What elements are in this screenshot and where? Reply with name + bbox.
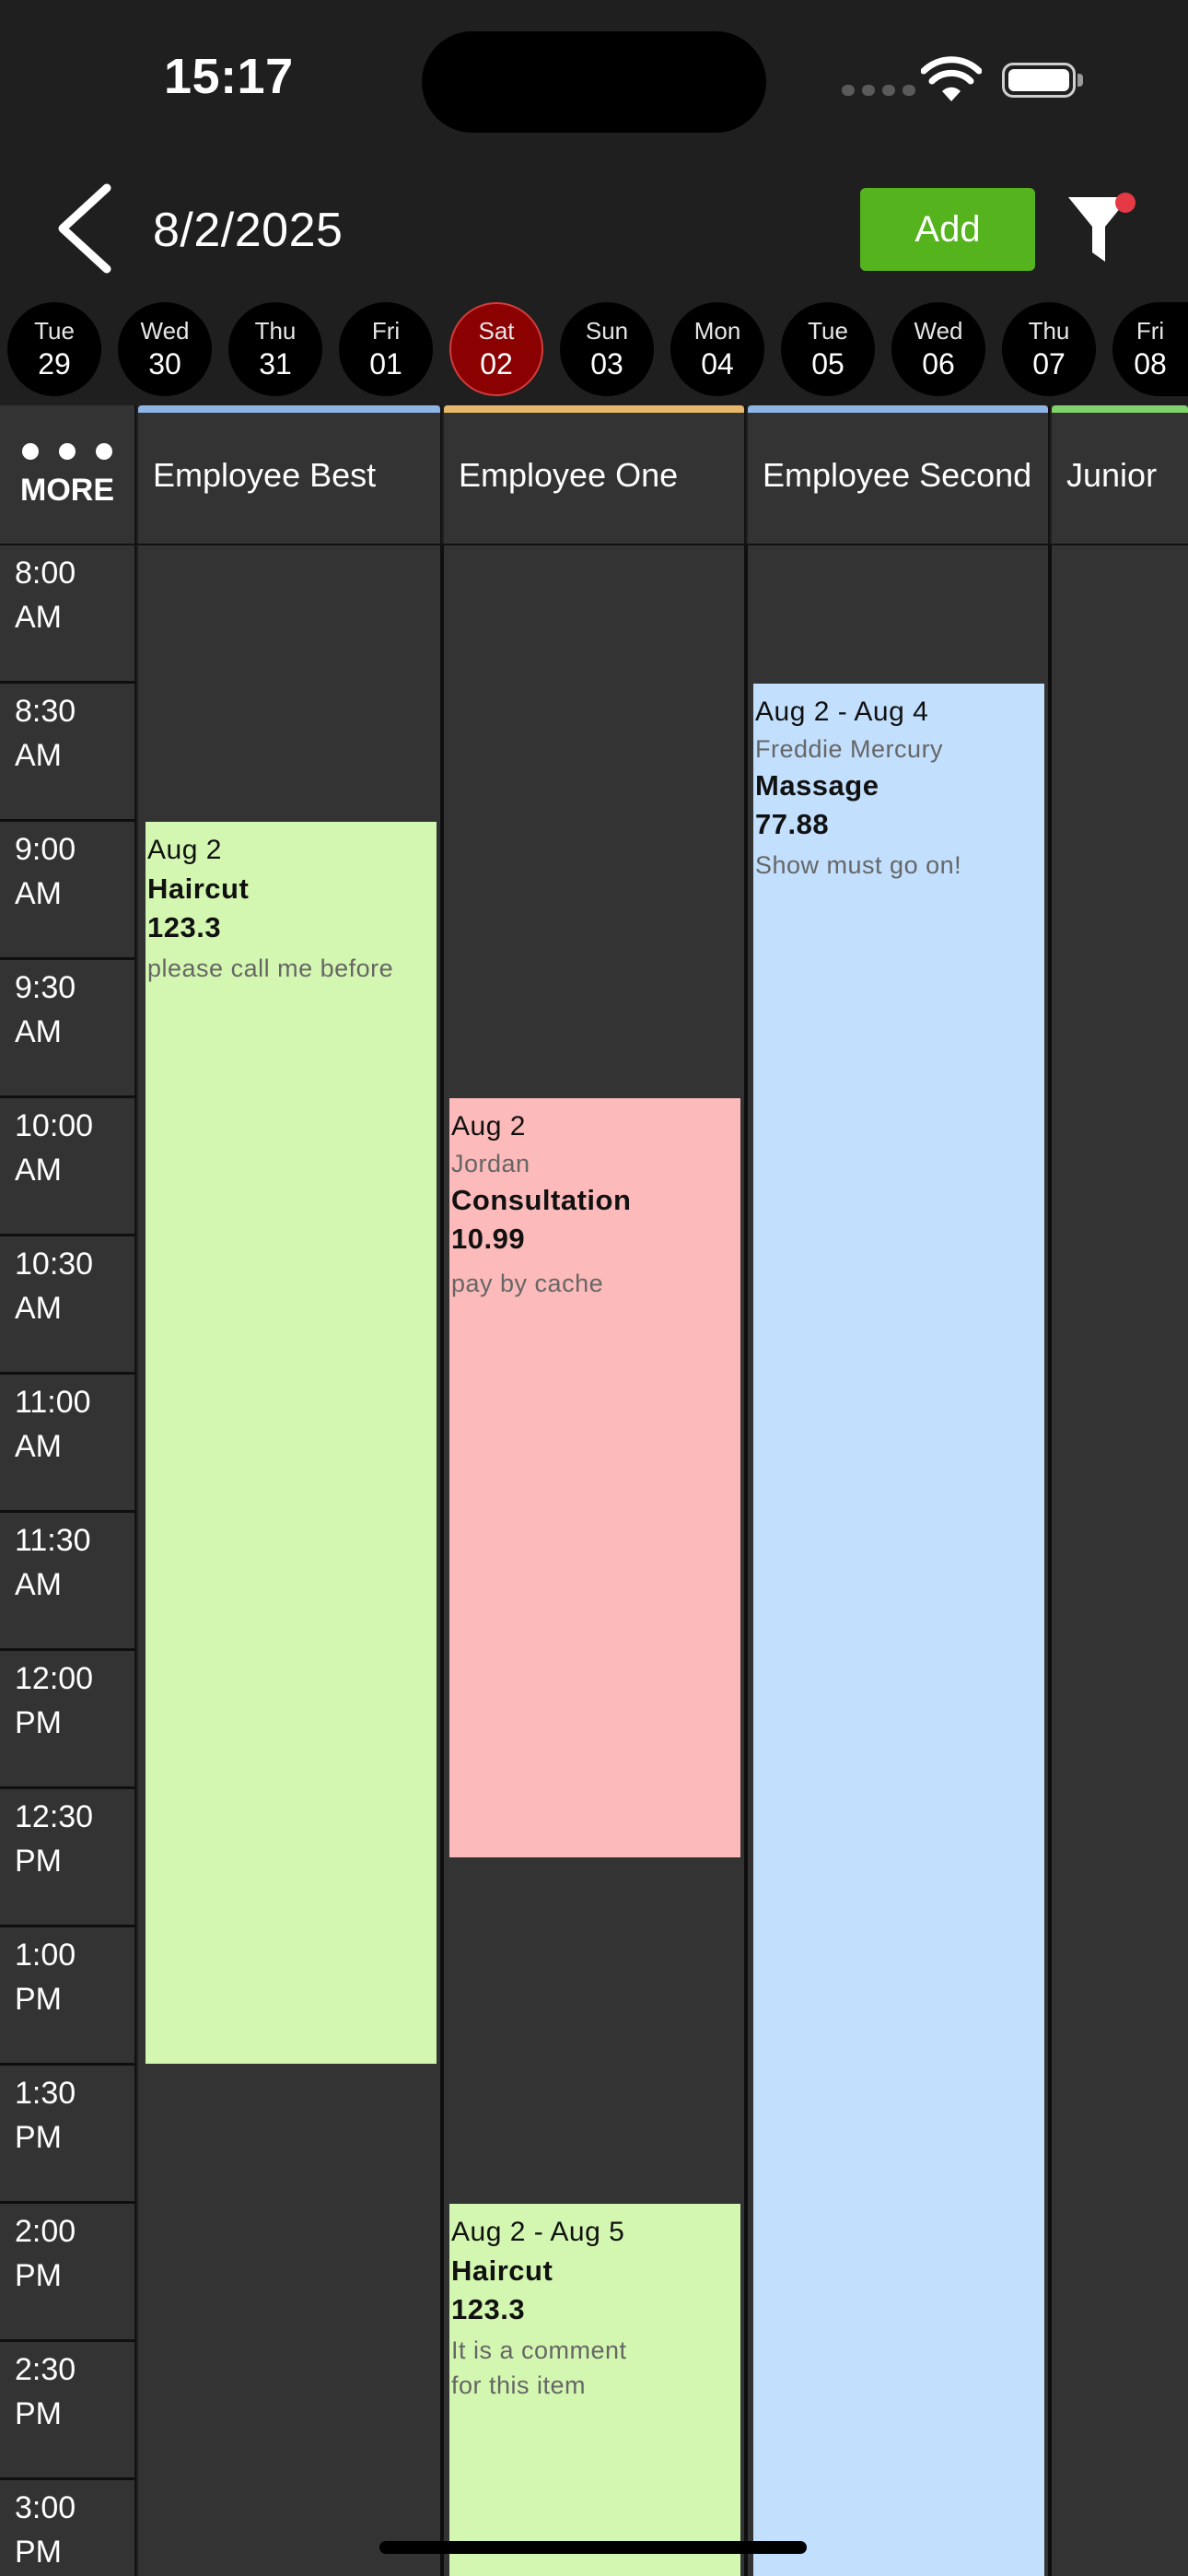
time-slot: 11:30 AM — [0, 1513, 136, 1651]
time-slot: 3:00 PM — [0, 2480, 136, 2576]
appointment-price: 77.88 — [755, 808, 830, 840]
appointment-consultation-one[interactable]: Aug 2 Jordan Consultation 10.99 pay by c… — [449, 1098, 740, 1857]
employee-header-best[interactable]: Employee Best — [138, 405, 442, 545]
day-chip[interactable]: Thu 07 — [1002, 302, 1096, 396]
appointment-comment: for this item — [451, 2371, 587, 2399]
employee-name: Employee Best — [153, 456, 377, 494]
appointment-comment: please call me before — [147, 954, 394, 982]
back-chevron-icon[interactable] — [52, 181, 120, 276]
employee-column-junior[interactable] — [1052, 545, 1188, 2576]
time-slot: 11:00 AM — [0, 1375, 136, 1513]
day-chip[interactable]: Mon 04 — [670, 302, 764, 396]
add-button[interactable]: Add — [860, 188, 1035, 271]
time-slot: 2:00 PM — [0, 2204, 136, 2342]
day-chip[interactable]: Tue 29 — [7, 302, 101, 396]
time-slot: 1:30 PM — [0, 2066, 136, 2204]
time-slot: 10:30 AM — [0, 1236, 136, 1375]
employee-name: Junior — [1066, 456, 1158, 494]
more-dots-icon — [22, 442, 112, 460]
time-slot: 12:00 PM — [0, 1651, 136, 1789]
day-chip[interactable]: Sun 03 — [560, 302, 654, 396]
day-chip[interactable]: Fri 01 — [339, 302, 433, 396]
time-slot: 2:30 PM — [0, 2342, 136, 2480]
time-slot: 9:30 AM — [0, 960, 136, 1098]
status-time: 15:17 — [164, 49, 294, 104]
time-column: 8:00 AM 8:30 AM 9:00 AM 9:30 AM 10:00 AM 10:3… — [0, 545, 136, 2576]
appointment-comment: Show must go on! — [755, 851, 962, 879]
day-chip-selected[interactable]: Sat 02 — [449, 302, 543, 396]
more-label: MORE — [20, 472, 114, 508]
time-slot: 9:00 AM — [0, 822, 136, 960]
appointment-date: Aug 2 — [147, 835, 222, 865]
appointment-comment: pay by cache — [451, 1270, 604, 1297]
day-chip[interactable]: Wed 06 — [891, 302, 985, 396]
time-slot: 1:00 PM — [0, 1927, 136, 2066]
appointment-client: Freddie Mercury — [755, 735, 944, 763]
appointment-price: 123.3 — [147, 911, 222, 943]
appointment-client: Jordan — [451, 1150, 530, 1177]
time-slot: 8:00 AM — [0, 545, 136, 684]
employee-name: Employee One — [459, 456, 679, 494]
day-chip[interactable]: Tue 05 — [781, 302, 875, 396]
time-slot: 8:30 AM — [0, 684, 136, 822]
appointment-date: Aug 2 - Aug 5 — [451, 2217, 625, 2247]
appointment-price: 10.99 — [451, 1223, 526, 1255]
employee-header-junior[interactable]: Junior — [1052, 405, 1188, 545]
appointment-comment: It is a comment — [451, 2336, 627, 2364]
dynamic-island — [422, 31, 766, 133]
wifi-icon — [921, 56, 982, 101]
filter-icon[interactable] — [1065, 190, 1138, 267]
appointment-haircut-one[interactable]: Aug 2 - Aug 5 Haircut 123.3 It is a comm… — [449, 2204, 740, 2576]
appointment-price: 123.3 — [451, 2293, 526, 2325]
employee-header-one[interactable]: Employee One — [444, 405, 746, 545]
appointment-service: Haircut — [451, 2254, 553, 2287]
employee-name: Employee Second — [763, 456, 1032, 494]
time-slot: 10:00 AM — [0, 1098, 136, 1236]
battery-icon — [1002, 63, 1076, 98]
day-chip[interactable]: Fri 08 — [1112, 302, 1188, 396]
appointment-date: Aug 2 - Aug 4 — [755, 697, 929, 727]
day-chip[interactable]: Wed 30 — [118, 302, 212, 396]
time-slot: 12:30 PM — [0, 1789, 136, 1927]
appointment-service: Massage — [755, 769, 879, 802]
day-chip[interactable]: Thu 31 — [228, 302, 322, 396]
appointment-massage-second[interactable]: Aug 2 - Aug 4 Freddie Mercury Massage 77… — [753, 684, 1044, 2576]
appointment-service: Consultation — [451, 1184, 632, 1216]
employee-header-second[interactable]: Employee Second — [748, 405, 1050, 545]
day-strip: Tue 29 Wed 30 Thu 31 Fri 01 Sat 02 Sun 03 Mon 0… — [0, 302, 1188, 396]
more-button[interactable]: MORE — [0, 405, 136, 545]
appointment-haircut-best[interactable]: Aug 2 Haircut 123.3 please call me befor… — [146, 822, 437, 2064]
appointment-date: Aug 2 — [451, 1111, 526, 1142]
home-indicator[interactable] — [379, 2541, 807, 2554]
current-date-title: 8/2/2025 — [153, 204, 344, 257]
cellular-signal-icon — [842, 85, 915, 96]
calendar-screen: 15:17 8/2/2025 Add Tue 29 Wed 30 Thu 31 Fri… — [0, 0, 1188, 2576]
appointment-service: Haircut — [147, 872, 250, 905]
